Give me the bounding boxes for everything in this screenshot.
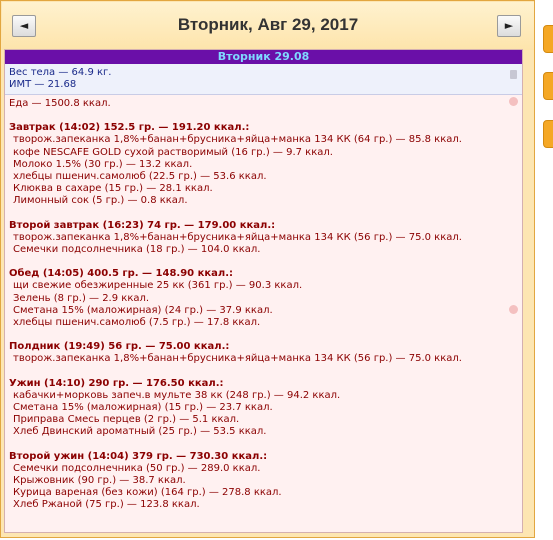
meal-item: Лимонный сок (5 гр.) — 0.8 ккал. <box>13 195 188 207</box>
body-stats: Вес тела — 64.9 кг. ИМТ — 21.68 <box>5 64 522 95</box>
meals-list: Еда — 1500.8 ккал. Завтрак (14:02) 152.5… <box>5 95 522 515</box>
meal-item: творож.запеканка 1,8%+банан+брусника+яйц… <box>13 353 462 365</box>
meal-title: Второй завтрак (16:23) 74 гр. — 179.00 к… <box>9 219 276 231</box>
meal-item: Сметана 15% (маложирная) (24 гр.) — 37.9… <box>13 304 273 316</box>
meal-item: Зелень (8 гр.) — 2.9 ккал. <box>13 292 150 304</box>
meal-item: Семечки подсолнечника (18 гр.) — 104.0 к… <box>13 244 261 256</box>
meal-title: Обед (14:05) 400.5 гр. — 148.90 ккал.: <box>9 268 234 280</box>
meal-item: Хлеб Ржаной (75 гр.) — 123.8 ккал. <box>13 499 200 511</box>
page-title: Вторник, Авг 29, 2017 <box>177 15 359 34</box>
meal-item: Хлеб Двинский ароматный (25 гр.) — 53.5 … <box>13 426 267 438</box>
meal-item: Приправа Смесь перцев (2 гр.) — 5.1 ккал… <box>13 414 240 426</box>
meal-item: творож.запеканка 1,8%+банан+брусника+яйц… <box>13 231 462 243</box>
side-tab[interactable] <box>543 120 553 148</box>
meal-title: Второй ужин (14:04) 379 гр. — 730.30 кка… <box>9 450 268 462</box>
meal-item: щи свежие обезжиренные 25 кк (361 гр.) —… <box>13 280 303 292</box>
weight-text: Вес тела — 64.9 кг. <box>9 67 112 78</box>
pointer-hand-icon[interactable] <box>509 97 518 106</box>
diary-window: ◄ Вторник, Авг 29, 2017 ► Вторник 29.08 … <box>0 0 535 538</box>
meal-item: Крыжовник (90 гр.) — 38.7 ккал. <box>13 475 186 487</box>
side-tab[interactable] <box>543 72 553 100</box>
day-content: Вторник 29.08 Вес тела — 64.9 кг. ИМТ — … <box>4 49 523 533</box>
meal-item: кофе NESCAFE GOLD сухой растворимый (16 … <box>13 146 333 158</box>
meal-item: Сметана 15% (маложирная) (15 гр.) — 23.7… <box>13 402 273 414</box>
food-total: Еда — 1500.8 ккал. <box>9 98 111 109</box>
meal-item: Молоко 1.5% (30 гр.) — 13.2 ккал. <box>13 158 193 170</box>
meal-item: Клюква в сахаре (15 гр.) — 28.1 ккал. <box>13 183 213 195</box>
pointer-hand-icon[interactable] <box>509 305 518 314</box>
meal-title: Ужин (14:10) 290 гр. — 176.50 ккал.: <box>9 377 224 389</box>
meal-title: Завтрак (14:02) 152.5 гр. — 191.20 ккал.… <box>9 122 250 134</box>
side-tab[interactable] <box>543 25 553 53</box>
day-band: Вторник 29.08 <box>5 50 522 64</box>
meal-title: Полдник (19:49) 56 гр. — 75.00 ккал.: <box>9 341 230 353</box>
meal-item: кабачки+морковь запеч.в мульте 38 кк (24… <box>13 389 341 401</box>
next-day-button[interactable]: ► <box>497 15 521 37</box>
bmi-text: ИМТ — 21.68 <box>9 79 77 90</box>
date-header: ◄ Вторник, Авг 29, 2017 ► <box>2 2 534 50</box>
meal-item: творож.запеканка 1,8%+банан+брусника+яйц… <box>13 134 462 146</box>
meal-item: Семечки подсолнечника (50 гр.) — 289.0 к… <box>13 462 261 474</box>
meal-item: хлебцы пшенич.самолюб (22.5 гр.) — 53.6 … <box>13 171 267 183</box>
meal-item: Курица вареная (без кожи) (164 гр.) — 27… <box>13 487 282 499</box>
meal-item: хлебцы пшенич.самолюб (7.5 гр.) — 17.8 к… <box>13 317 261 329</box>
trash-icon[interactable] <box>510 70 517 79</box>
